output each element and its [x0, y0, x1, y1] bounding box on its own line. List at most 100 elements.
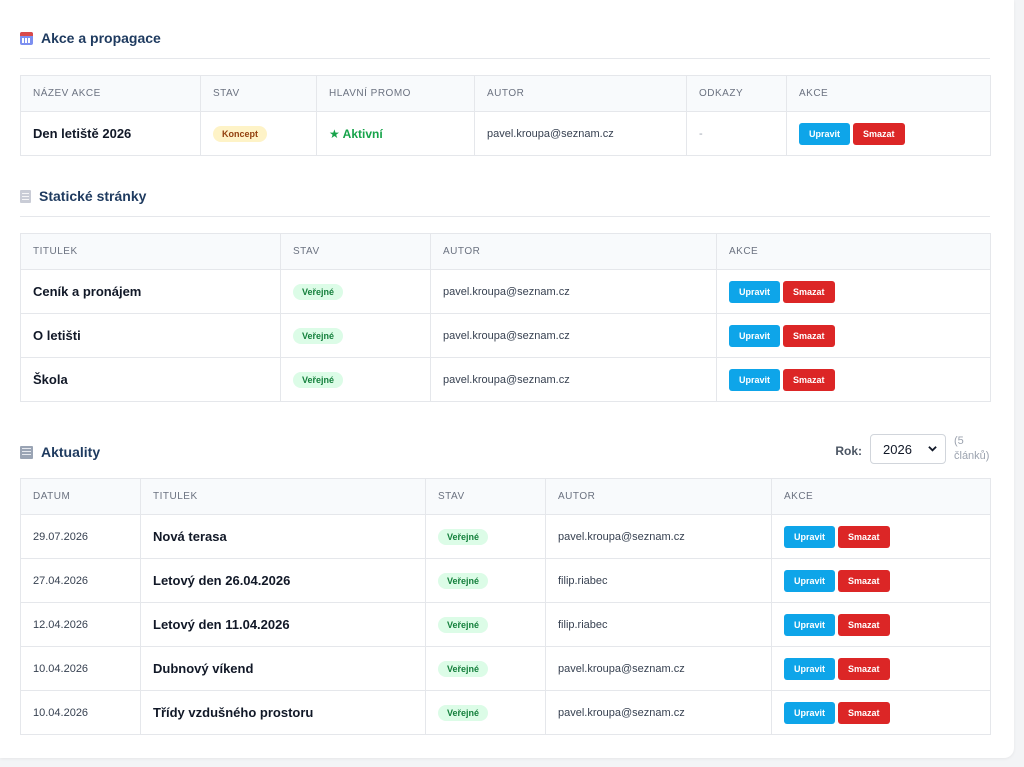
delete-button[interactable]: Smazat [838, 613, 890, 636]
author-cell: filip.riabec [545, 558, 772, 603]
year-filter: Rok: 2026 (5 článků) [835, 434, 990, 464]
column-header: STAV [425, 478, 546, 515]
edit-button[interactable]: Upravit [784, 701, 836, 724]
article-title: Letový den 26.04.2026 [140, 558, 426, 603]
article-title: Letový den 11.04.2026 [140, 602, 426, 647]
author-cell: pavel.kroupa@seznam.cz [545, 514, 772, 559]
table-header-row: TITULEK STAV AUTOR AKCE [20, 233, 991, 270]
pages-section: Statické stránky TITULEK STAV AUTOR AKCE… [20, 184, 991, 402]
pages-table: TITULEK STAV AUTOR AKCE Ceník a pronájem… [20, 233, 991, 402]
edit-button[interactable]: Upravit [729, 280, 781, 303]
delete-button[interactable]: Smazat [783, 280, 835, 303]
article-title: Dubnový víkend [140, 646, 426, 691]
events-section: Akce a propagace NÁZEV AKCE STAV HLAVNÍ … [20, 26, 991, 156]
delete-button[interactable]: Smazat [853, 122, 905, 145]
table-header-row: NÁZEV AKCE STAV HLAVNÍ PROMO AUTOR ODKAZ… [20, 75, 991, 112]
edit-button[interactable]: Upravit [729, 324, 781, 347]
delete-button[interactable]: Smazat [783, 324, 835, 347]
page-icon [20, 189, 31, 203]
table-row: 27.04.2026 Letový den 26.04.2026 Veřejné… [20, 558, 991, 603]
status-cell: Veřejné [280, 269, 431, 314]
year-value: 2026 [883, 441, 912, 457]
table-row: O letišti Veřejné pavel.kroupa@seznam.cz… [20, 313, 991, 358]
author-cell: pavel.kroupa@seznam.cz [430, 269, 717, 314]
column-header: HLAVNÍ PROMO [316, 75, 475, 112]
status-badge: Veřejné [293, 283, 344, 300]
status-cell: Koncept [200, 111, 317, 156]
edit-button[interactable]: Upravit [729, 368, 781, 391]
actions-cell: Upravit Smazat [771, 690, 991, 735]
date-cell: 29.07.2026 [20, 514, 141, 559]
events-title: Akce a propagace [41, 30, 161, 46]
events-header: Akce a propagace [20, 26, 990, 50]
delete-button[interactable]: Smazat [783, 368, 835, 391]
date-cell: 10.04.2026 [20, 690, 141, 735]
column-header: TITULEK [20, 233, 281, 270]
status-cell: Veřejné [425, 646, 546, 691]
status-badge: Veřejné [293, 371, 344, 388]
admin-card: Akce a propagace NÁZEV AKCE STAV HLAVNÍ … [0, 0, 1014, 758]
column-header: AUTOR [545, 478, 772, 515]
column-header: DATUM [20, 478, 141, 515]
divider [20, 58, 990, 59]
pages-header: Statické stránky [20, 184, 990, 208]
delete-button[interactable]: Smazat [838, 569, 890, 592]
actions-cell: Upravit Smazat [716, 313, 991, 358]
date-cell: 27.04.2026 [20, 558, 141, 603]
author-cell: pavel.kroupa@seznam.cz [545, 690, 772, 735]
date-cell: 12.04.2026 [20, 602, 141, 647]
edit-button[interactable]: Upravit [784, 569, 836, 592]
table-row: Škola Veřejné pavel.kroupa@seznam.cz Upr… [20, 357, 991, 402]
pages-title: Statické stránky [39, 188, 147, 204]
column-header: AKCE [716, 233, 991, 270]
actions-cell: Upravit Smazat [771, 646, 991, 691]
table-row: 29.07.2026 Nová terasa Veřejné pavel.kro… [20, 514, 991, 559]
actions-cell: Upravit Smazat [786, 111, 991, 156]
status-badge: Veřejné [293, 327, 344, 344]
column-header: STAV [280, 233, 431, 270]
page-title-cell: Škola [20, 357, 281, 402]
author-cell: filip.riabec [545, 602, 772, 647]
table-row: 12.04.2026 Letový den 11.04.2026 Veřejné… [20, 602, 991, 647]
status-badge: Veřejné [438, 704, 489, 721]
newspaper-icon [20, 445, 33, 459]
status-cell: Veřejné [280, 357, 431, 402]
author-cell: pavel.kroupa@seznam.cz [545, 646, 772, 691]
article-count: (5 článků) [954, 435, 990, 462]
status-cell: Veřejné [425, 602, 546, 647]
status-badge: Veřejné [438, 660, 489, 677]
status-badge: Koncept [213, 125, 267, 142]
table-header-row: DATUM TITULEK STAV AUTOR AKCE [20, 478, 991, 515]
column-header: TITULEK [140, 478, 426, 515]
author-cell: pavel.kroupa@seznam.cz [430, 357, 717, 402]
column-header: AKCE [771, 478, 991, 515]
column-header: ODKAZY [686, 75, 787, 112]
events-table: NÁZEV AKCE STAV HLAVNÍ PROMO AUTOR ODKAZ… [20, 75, 991, 156]
edit-button[interactable]: Upravit [784, 525, 836, 548]
year-select[interactable]: 2026 [870, 434, 946, 464]
delete-button[interactable]: Smazat [838, 701, 890, 724]
table-row: Ceník a pronájem Veřejné pavel.kroupa@se… [20, 269, 991, 314]
news-section: Aktuality Rok: 2026 (5 článků) DATUM TIT… [20, 434, 991, 735]
article-title: Nová terasa [140, 514, 426, 559]
actions-cell: Upravit Smazat [771, 514, 991, 559]
promo-status: ★ Aktivní [329, 126, 383, 141]
delete-button[interactable]: Smazat [838, 525, 890, 548]
actions-cell: Upravit Smazat [716, 357, 991, 402]
news-table: DATUM TITULEK STAV AUTOR AKCE 29.07.2026… [20, 478, 991, 735]
status-badge: Veřejné [438, 528, 489, 545]
year-label: Rok: [835, 444, 862, 458]
edit-button[interactable]: Upravit [784, 613, 836, 636]
table-row: 10.04.2026 Dubnový víkend Veřejné pavel.… [20, 646, 991, 691]
actions-cell: Upravit Smazat [771, 602, 991, 647]
table-row: 10.04.2026 Třídy vzdušného prostoru Veře… [20, 690, 991, 735]
status-cell: Veřejné [425, 558, 546, 603]
column-header: AKCE [786, 75, 991, 112]
page-title-cell: O letišti [20, 313, 281, 358]
article-title: Třídy vzdušného prostoru [140, 690, 426, 735]
column-header: AUTOR [474, 75, 687, 112]
delete-button[interactable]: Smazat [838, 657, 890, 680]
edit-button[interactable]: Upravit [784, 657, 836, 680]
edit-button[interactable]: Upravit [799, 122, 851, 145]
chevron-down-icon [928, 446, 937, 452]
